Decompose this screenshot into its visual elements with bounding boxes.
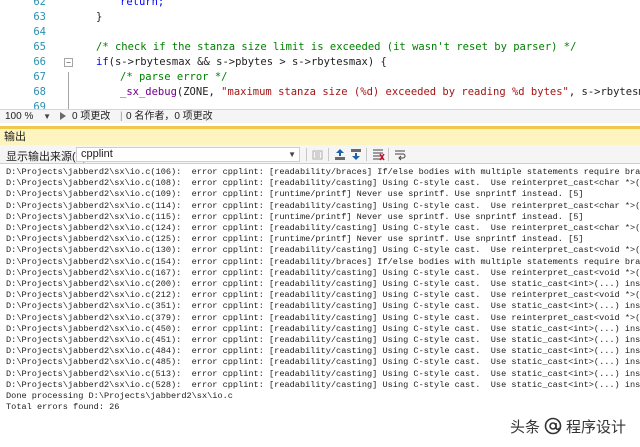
watermark-text-right: 程序设计 [565,418,626,436]
code-line[interactable]: 62 return; [0,0,640,10]
output-line[interactable]: D:\Projects\jabberd2\sx\io.c(485): error… [6,357,640,368]
output-panel-titlebar[interactable]: 输出 [0,126,640,145]
output-toolbar: 显示输出来源(S): cpplint ▼ [0,145,640,164]
at-logo-icon [544,417,562,435]
watermark-text-left: 头条 [509,418,540,436]
collapse-region-icon[interactable]: − [64,58,73,67]
changes-count[interactable]: 0 项更改 [72,110,110,123]
output-line[interactable]: D:\Projects\jabberd2\sx\io.c(130): error… [6,245,640,256]
code-token: , s->rbytesmax, s [568,86,640,98]
code-line[interactable]: 68 _sx_debug(ZONE, "maximum stanza size (… [0,85,640,100]
line-number: 68 [33,86,46,98]
code-text: } [96,10,102,25]
code-token: _sx_debug [120,86,177,98]
output-line[interactable]: D:\Projects\jabberd2\sx\io.c(528): error… [6,380,640,391]
output-line[interactable]: D:\Projects\jabberd2\sx\io.c(108): error… [6,178,640,189]
code-line[interactable]: 63} [0,10,640,25]
watermark: 头条 程序设计 [510,415,626,437]
code-token: (ZONE, [176,86,222,98]
line-number: 67 [33,71,46,83]
changes-icon[interactable] [58,110,68,126]
output-line[interactable]: D:\Projects\jabberd2\sx\io.c(200): error… [6,279,640,290]
output-line[interactable]: D:\Projects\jabberd2\sx\io.c(124): error… [6,223,640,234]
output-line[interactable]: Total errors found: 26 [6,402,119,413]
output-line[interactable]: D:\Projects\jabberd2\sx\io.c(154): error… [6,257,640,268]
output-line[interactable]: D:\Projects\jabberd2\sx\io.c(115): error… [6,212,584,223]
output-line[interactable]: D:\Projects\jabberd2\sx\io.c(351): error… [6,301,640,312]
output-panel-title: 输出 [4,131,26,143]
line-number: 65 [33,41,46,53]
code-token: "maximum stanza size (%d) exceeded by re… [221,86,569,98]
toolbar-separator [388,148,389,161]
code-line[interactable]: 69 [0,100,640,109]
toolbar-separator [366,148,367,161]
output-line[interactable]: D:\Projects\jabberd2\sx\io.c(484): error… [6,346,640,357]
chevron-down-icon: ▼ [288,150,296,159]
code-editor[interactable]: 62 return; 63} 64 65/* check if the stanza s… [0,0,640,109]
output-source-select[interactable]: cpplint ▼ [76,147,300,162]
code-text: /* parse error */ [120,70,227,85]
toolbar-separator [328,148,329,161]
next-message-icon[interactable] [349,148,363,161]
code-token: (s->rbytesmax && s->pbytes > s->rbytesma… [108,56,387,68]
code-text: /* check if the stanza size limit is exc… [96,40,576,55]
output-line[interactable]: D:\Projects\jabberd2\sx\io.c(450): error… [6,324,640,335]
output-line[interactable]: D:\Projects\jabberd2\sx\io.c(106): error… [6,167,640,178]
code-line[interactable]: 65 /* check if the stanza size limit is e… [0,40,640,55]
code-line[interactable]: 67 /* parse error */ [0,70,640,85]
code-token: return; [120,0,165,8]
output-line[interactable]: D:\Projects\jabberd2\sx\io.c(109): error… [6,189,584,200]
code-text: return; [120,0,164,10]
editor-status-bar: 100 % ▼ 0 项更改 | 0 名作者，0 项更改 | [0,109,640,123]
output-line[interactable]: D:\Projects\jabberd2\sx\io.c(167): error… [6,268,640,279]
line-number: 69 [33,101,46,109]
output-line[interactable]: D:\Projects\jabberd2\sx\io.c(513): error… [6,369,640,380]
code-line[interactable]: 64 [0,25,640,40]
line-number: 62 [33,0,46,8]
code-token: if [96,56,109,68]
output-line[interactable]: D:\Projects\jabberd2\sx\io.c(114): error… [6,201,640,212]
output-line[interactable]: D:\Projects\jabberd2\sx\io.c(212): error… [6,290,640,301]
toolbar-separator [306,148,307,161]
code-line[interactable]: 66 − if(s->rbytesmax && s->pbytes > s->rby… [0,55,640,70]
output-line[interactable]: D:\Projects\jabberd2\sx\io.c(451): error… [6,335,640,346]
output-line[interactable]: D:\Projects\jabberd2\sx\io.c(379): error… [6,313,640,324]
previous-message-icon[interactable] [333,148,347,161]
line-number: 64 [33,26,46,38]
code-token: /* check if the stanza size limit is exc… [96,41,577,53]
output-line[interactable]: D:\Projects\jabberd2\sx\io.c(125): error… [6,234,584,245]
output-source-value: cpplint [81,148,113,160]
go-to-location-icon[interactable] [311,148,325,161]
zoom-level-dropdown[interactable]: 100 % ▼ [2,110,54,123]
output-text-area[interactable]: D:\Projects\jabberd2\sx\io.c(106): error… [0,164,640,447]
status-divider: | [120,111,123,122]
code-text: if(s->rbytesmax && s->pbytes > s->rbytes… [96,55,387,70]
output-line[interactable]: Done processing D:\Projects\jabberd2\sx\… [6,391,233,402]
zoom-level-value: 100 % [5,111,34,122]
line-number: 66 [33,56,46,68]
code-token: /* parse error */ [120,71,228,83]
word-wrap-icon[interactable] [393,148,407,161]
line-number: 63 [33,11,46,23]
chevron-down-icon: ▼ [43,112,51,121]
code-token: } [96,11,103,23]
status-divider: | [205,111,208,122]
code-text: _sx_debug(ZONE, "maximum stanza size (%d… [120,85,640,100]
clear-all-icon[interactable] [371,148,385,161]
authors-count[interactable]: 0 名作者，0 项更改 [126,110,213,123]
